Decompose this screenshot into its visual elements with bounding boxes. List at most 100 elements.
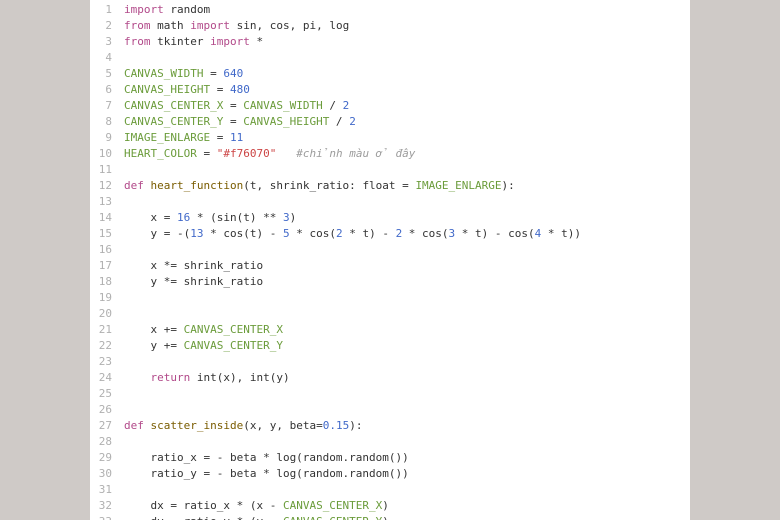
token-mod: math [157, 19, 184, 32]
line-number: 25 [90, 386, 124, 402]
token-op: x += [124, 323, 184, 336]
token-op: ) [290, 211, 297, 224]
code-content: ratio_y = - beta * log(random.random()) [124, 466, 409, 482]
line-number: 8 [90, 114, 124, 130]
token-const: IMAGE_ENLARGE [124, 131, 210, 144]
token-op: (x, y, beta= [243, 419, 322, 432]
token-kw: return [151, 371, 191, 384]
token-op: / [329, 115, 349, 128]
token-const: CANVAS_WIDTH [124, 67, 203, 80]
line-number: 26 [90, 402, 124, 418]
code-line: 1import random [90, 2, 690, 18]
code-line: 15 y = -(13 * cos(t) - 5 * cos(2 * t) - … [90, 226, 690, 242]
code-content: CANVAS_CENTER_X = CANVAS_WIDTH / 2 [124, 98, 349, 114]
token-op [190, 371, 197, 384]
code-content: ratio_x = - beta * log(random.random()) [124, 450, 409, 466]
token-const: CANVAS_CENTER_X [283, 499, 382, 512]
token-op: ): [349, 419, 362, 432]
line-number: 1 [90, 2, 124, 18]
code-content: y *= shrink_ratio [124, 274, 263, 290]
token-fn: heart_function [151, 179, 244, 192]
line-number: 27 [90, 418, 124, 434]
token-op: * cos( [290, 227, 336, 240]
code-line: 28 [90, 434, 690, 450]
code-line: 11 [90, 162, 690, 178]
token-kw: from [124, 19, 151, 32]
line-number: 30 [90, 466, 124, 482]
code-line: 7CANVAS_CENTER_X = CANVAS_WIDTH / 2 [90, 98, 690, 114]
token-fn: scatter_inside [151, 419, 244, 432]
token-op: * t) - cos( [455, 227, 534, 240]
token-const: CANVAS_CENTER_X [124, 99, 223, 112]
token-op: y *= shrink_ratio [124, 275, 263, 288]
line-number: 20 [90, 306, 124, 322]
token-op: = [396, 179, 416, 192]
code-line: 29 ratio_x = - beta * log(random.random(… [90, 450, 690, 466]
token-type: float [362, 179, 395, 192]
token-const: CANVAS_HEIGHT [243, 115, 329, 128]
line-number: 28 [90, 434, 124, 450]
line-number: 3 [90, 34, 124, 50]
token-op: x *= shrink_ratio [124, 259, 263, 272]
token-op [124, 371, 151, 384]
token-op [276, 147, 296, 160]
token-op: ): [502, 179, 515, 192]
code-line: 25 [90, 386, 690, 402]
token-op: = [210, 131, 230, 144]
token-op: (t, shrink_ratio: [243, 179, 362, 192]
line-number: 10 [90, 146, 124, 162]
code-line: 13 [90, 194, 690, 210]
token-op: ) [382, 499, 389, 512]
code-container: 1import random2from math import sin, cos… [90, 2, 690, 520]
token-num: 3 [283, 211, 290, 224]
token-mod: random [170, 3, 210, 16]
line-number: 24 [90, 370, 124, 386]
token-op: dy = ratio_y * (y - [124, 515, 283, 520]
line-number: 11 [90, 162, 124, 178]
code-content: CANVAS_CENTER_Y = CANVAS_HEIGHT / 2 [124, 114, 356, 130]
code-content: import random [124, 2, 210, 18]
token-mod: tkinter [157, 35, 203, 48]
token-kw: import [190, 19, 230, 32]
line-number: 31 [90, 482, 124, 498]
code-content: dx = ratio_x * (x - CANVAS_CENTER_X) [124, 498, 389, 514]
token-num: 11 [230, 131, 243, 144]
token-const: CANVAS_CENTER_X [184, 323, 283, 336]
token-op: * cos( [402, 227, 448, 240]
token-num: 2 [343, 99, 350, 112]
code-content: x = 16 * (sin(t) ** 3) [124, 210, 296, 226]
line-number: 14 [90, 210, 124, 226]
token-num: 2 [336, 227, 343, 240]
code-line: 32 dx = ratio_x * (x - CANVAS_CENTER_X) [90, 498, 690, 514]
token-op: = [203, 67, 223, 80]
code-line: 33 dy = ratio_y * (y - CANVAS_CENTER_Y) [90, 514, 690, 520]
code-line: 6CANVAS_HEIGHT = 480 [90, 82, 690, 98]
line-number: 33 [90, 514, 124, 520]
token-const: HEART_COLOR [124, 147, 197, 160]
token-op: = [210, 83, 230, 96]
code-content: def heart_function(t, shrink_ratio: floa… [124, 178, 515, 194]
token-op: y += [124, 339, 184, 352]
line-number: 21 [90, 322, 124, 338]
token-num: 2 [349, 115, 356, 128]
token-op: dx = ratio_x * (x - [124, 499, 283, 512]
token-op: (x), [217, 371, 250, 384]
line-number: 2 [90, 18, 124, 34]
code-line: 23 [90, 354, 690, 370]
line-number: 6 [90, 82, 124, 98]
code-line: 17 x *= shrink_ratio [90, 258, 690, 274]
token-num: 0.15 [323, 419, 350, 432]
line-number: 23 [90, 354, 124, 370]
token-num: 16 [177, 211, 190, 224]
token-op: * t)) [541, 227, 581, 240]
token-call: int [197, 371, 217, 384]
line-number: 7 [90, 98, 124, 114]
token-op: * cos(t) - [203, 227, 282, 240]
line-number: 15 [90, 226, 124, 242]
token-num: 5 [283, 227, 290, 240]
line-number: 22 [90, 338, 124, 354]
token-const: CANVAS_WIDTH [243, 99, 322, 112]
line-number: 16 [90, 242, 124, 258]
token-kw: import [210, 35, 250, 48]
code-line: 14 x = 16 * (sin(t) ** 3) [90, 210, 690, 226]
